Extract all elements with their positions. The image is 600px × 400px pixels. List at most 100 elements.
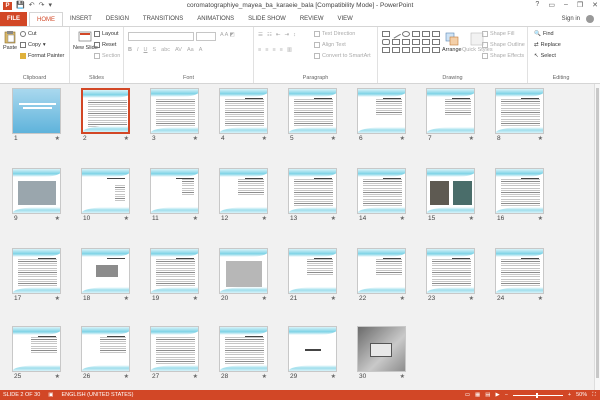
shape-chevron-icon[interactable] [402,47,410,53]
minimize-icon[interactable]: – [564,1,568,9]
columns-icon[interactable]: ▥ [287,47,292,53]
spellcheck-icon[interactable]: ▣ [48,392,53,398]
shape-flow-icon[interactable] [382,47,390,53]
shape-oval-icon[interactable] [402,31,410,37]
align-text-button[interactable]: Align Text [314,42,346,48]
layout-button[interactable]: Layout [94,31,119,37]
paste-button[interactable]: Paste [3,30,17,51]
slide-thumbnail[interactable]: 9 ★ [12,168,61,223]
indent-icon[interactable]: ⇤ [276,32,281,38]
text-direction-button[interactable]: Text Direction [314,31,355,37]
restore-icon[interactable]: ❐ [577,1,583,9]
slide-thumbnail[interactable]: 23 ★ [426,248,475,303]
font-color-icon[interactable]: A [199,47,203,53]
shape-arrow-icon[interactable] [422,31,430,37]
shape-line-icon[interactable] [391,29,401,39]
language-indicator[interactable]: ENGLISH (UNITED STATES) [62,392,134,398]
shape-rectangle-icon[interactable] [382,31,390,37]
numbering-icon[interactable]: ☷ [267,32,272,38]
copy-button[interactable]: Copy ▾ [20,42,46,48]
tab-design[interactable]: DESIGN [99,12,136,26]
font-name-field[interactable] [128,32,194,41]
line-spacing-icon[interactable]: ↕ [293,32,296,38]
slide-thumbnail[interactable]: 25 ★ [12,326,61,381]
tab-insert[interactable]: INSERT [63,12,99,26]
avatar[interactable] [586,15,594,23]
arrange-button[interactable]: Arrange [442,32,462,53]
slide-thumbnail[interactable]: 1 ★ [12,88,61,143]
justify-icon[interactable]: ≡ [280,47,283,53]
shape-expand-icon[interactable] [432,47,440,53]
tab-home[interactable]: HOME [29,12,63,26]
align-buttons[interactable]: ≡ ≡ ≡ ≡ ▥ [258,47,292,53]
slide-thumbnail[interactable]: 10 ★ [81,168,130,223]
slide-thumbnail[interactable]: 7 ★ [426,88,475,143]
slide-thumbnail[interactable]: 19 ★ [150,248,199,303]
fit-to-window-icon[interactable]: ⛶ [592,392,596,399]
select-button[interactable]: ↖ Select [534,53,556,59]
sign-in-link[interactable]: Sign in [562,16,580,22]
slide-thumbnail[interactable]: 6 ★ [357,88,406,143]
tab-transitions[interactable]: TRANSITIONS [136,12,190,26]
slide-thumbnail[interactable]: 22 ★ [357,248,406,303]
zoom-slider-knob[interactable] [535,392,538,398]
slide-thumbnail[interactable]: 8 ★ [495,88,544,143]
outdent-icon[interactable]: ⇥ [284,32,289,38]
slide-sorter-view-icon[interactable]: ▦ [475,392,480,398]
align-left-icon[interactable]: ≡ [258,47,261,53]
reset-button[interactable]: Reset [94,42,116,48]
shape-rounded-rect-icon[interactable] [382,39,390,45]
slide-thumbnail[interactable]: 26 ★ [81,326,130,381]
slide-thumbnail[interactable]: 11 ★ [150,168,199,223]
tab-animations[interactable]: ANIMATIONS [190,12,241,26]
help-icon[interactable]: ? [535,1,539,9]
zoom-in-icon[interactable]: + [568,392,571,398]
list-buttons[interactable]: ☰ ☷ ⇤ ⇥ ↕ [258,32,296,38]
slide-thumbnail[interactable]: 14 ★ [357,168,406,223]
align-center-icon[interactable]: ≡ [265,47,268,53]
bullets-icon[interactable]: ☰ [258,32,263,38]
slideshow-view-icon[interactable]: ▶ [495,392,499,398]
shape-star-icon[interactable] [392,39,400,45]
slide-thumbnail[interactable]: 20 ★ [219,248,268,303]
shape-outline-button[interactable]: Shape Outline [482,42,525,48]
slide-thumbnail-selected[interactable]: 2 ★ [81,88,130,143]
find-button[interactable]: 🔍 Find [534,31,554,37]
slide-thumbnail[interactable]: 30 ★ [357,326,406,381]
close-icon[interactable]: ✕ [592,1,598,9]
slide-thumbnail[interactable]: 3 ★ [150,88,199,143]
cut-button[interactable]: Cut [20,31,37,37]
tab-slide-show[interactable]: SLIDE SHOW [241,12,293,26]
tab-review[interactable]: REVIEW [293,12,331,26]
ribbon-display-icon[interactable]: ▭ [548,1,555,9]
shape-more-icon[interactable] [432,39,440,45]
slide-thumbnail[interactable]: 27 ★ [150,326,199,381]
slide-thumbnail[interactable]: 12 ★ [219,168,268,223]
shape-heart-icon[interactable] [422,47,430,53]
convert-smartart-button[interactable]: Convert to SmartArt [314,53,371,59]
slide-thumbnail[interactable]: 16 ★ [495,168,544,223]
case-icon[interactable]: Aa [187,47,194,53]
underline-icon[interactable]: U [144,47,148,53]
shape-brace-icon[interactable] [402,39,410,45]
shape-pentagon-icon[interactable] [422,39,430,45]
slide-thumbnail[interactable]: 13 ★ [288,168,337,223]
scrollbar-thumb[interactable] [596,88,599,378]
zoom-out-icon[interactable]: − [505,392,508,398]
slide-thumbnail[interactable]: 24 ★ [495,248,544,303]
tab-file[interactable]: FILE [0,12,27,26]
shape-arrow-down-icon[interactable] [432,31,440,37]
slide-thumbnail[interactable]: 15 ★ [426,168,475,223]
slide-thumbnail[interactable]: 21 ★ [288,248,337,303]
tab-view[interactable]: VIEW [331,12,360,26]
zoom-level[interactable]: 50% [576,392,587,398]
shape-cloud-icon[interactable] [412,47,420,53]
slide-thumbnail[interactable]: 17 ★ [12,248,61,303]
replace-button[interactable]: ⇄ Replace [534,42,561,48]
shadow-icon[interactable]: S [153,47,157,53]
shape-bracket-icon[interactable] [392,47,400,53]
italic-icon[interactable]: I [137,47,139,53]
reading-view-icon[interactable]: ▤ [485,392,490,398]
normal-view-icon[interactable]: ▭ [465,392,470,398]
shapes-gallery[interactable] [382,29,441,54]
